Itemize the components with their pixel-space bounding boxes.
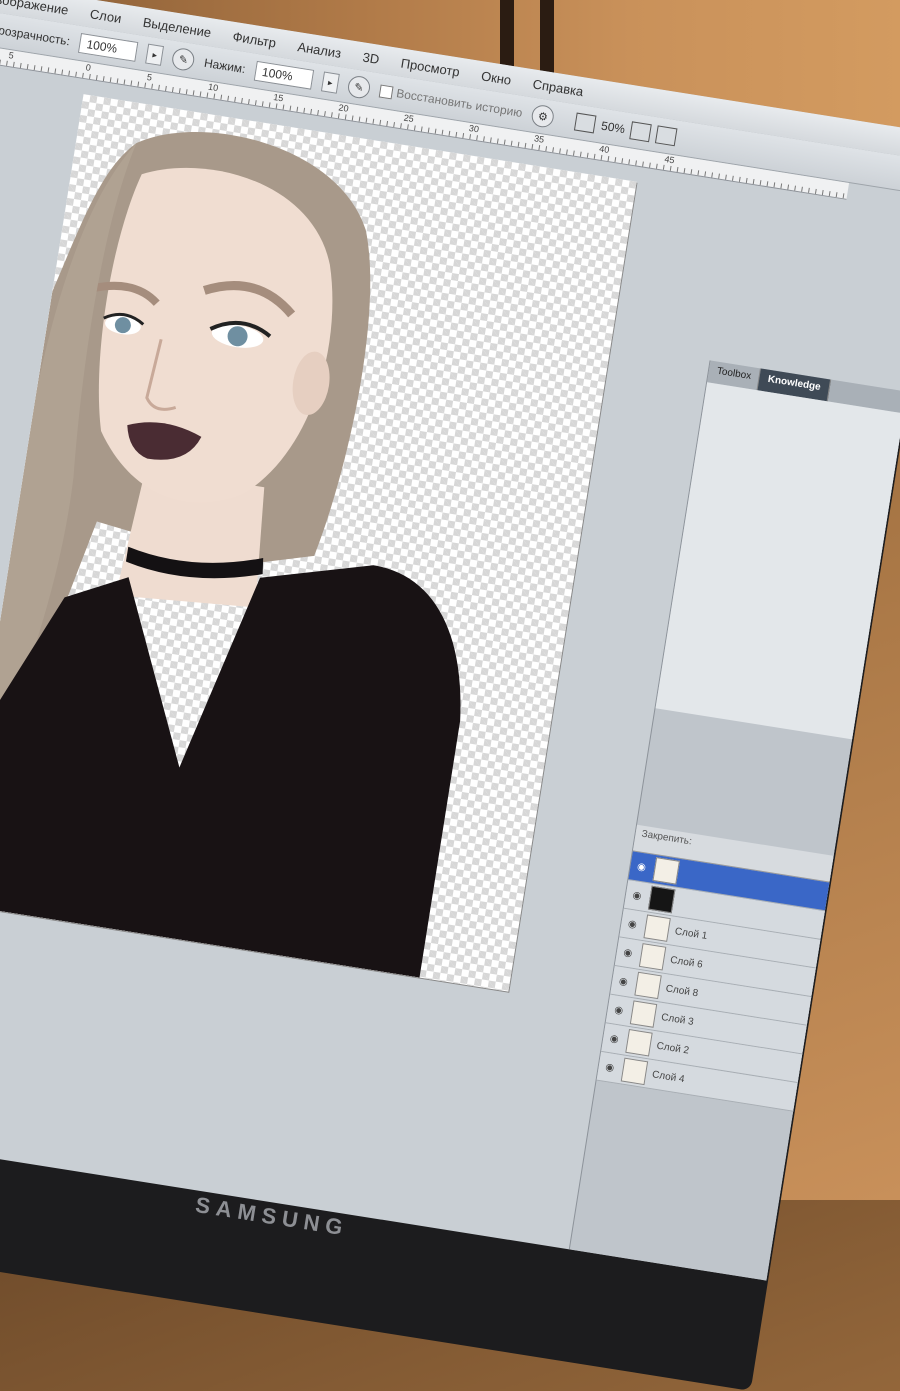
layer-name: Слой 8 [664, 982, 699, 999]
zoom-level[interactable]: 50% [600, 119, 626, 137]
ruler-tick-label: 10 [207, 81, 219, 94]
ruler-tick-label: 15 [272, 91, 285, 104]
menu-filter[interactable]: Фильтр [232, 28, 277, 50]
menu-window[interactable]: Окно [480, 68, 512, 88]
tablet-pressure-icon[interactable]: ✎ [346, 74, 372, 100]
brush-settings-icon[interactable]: ⚙ [530, 103, 556, 129]
layer-thumbnail [647, 885, 676, 914]
history-checkbox[interactable] [378, 84, 394, 99]
eye-icon[interactable]: ◉ [625, 918, 640, 931]
photoshop-window: Изображение Слои Выделение Фильтр Анализ… [0, 0, 900, 1281]
panel-body [655, 382, 900, 740]
menu-help[interactable]: Справка [532, 76, 585, 99]
menu-select[interactable]: Выделение [142, 14, 212, 40]
layer-thumbnail [643, 914, 671, 942]
eye-icon[interactable]: ◉ [602, 1061, 617, 1074]
layer-thumbnail [652, 857, 680, 885]
menu-analysis[interactable]: Анализ [297, 39, 343, 61]
right-panel: Toolbox Knowledge Закрепить: ◉ ◉ ◉ Слой … [568, 360, 900, 1281]
eye-icon[interactable]: ◉ [607, 1033, 622, 1045]
eye-icon[interactable]: ◉ [611, 1004, 626, 1017]
menu-layers[interactable]: Слои [89, 6, 123, 26]
ruler-tick-label: 25 [403, 112, 415, 125]
layer-thumbnail [625, 1029, 653, 1057]
layer-thumbnail [629, 1000, 658, 1028]
airbrush-icon[interactable]: ✎ [170, 46, 197, 72]
flow-dropdown-arrow[interactable]: ▸ [320, 71, 340, 94]
opacity-dropdown-arrow[interactable]: ▸ [145, 43, 165, 66]
layer-name: Слой 3 [660, 1011, 695, 1028]
screen-mode-icon[interactable] [574, 112, 597, 134]
ruler-tick-label: 30 [468, 122, 480, 135]
flow-input[interactable]: 100% [253, 60, 315, 90]
opacity-label: Непрозрачность: [0, 19, 72, 49]
layer-thumbnail [620, 1057, 649, 1086]
layer-thumbnail [634, 971, 662, 1000]
ruler-tick-label: 45 [663, 153, 676, 166]
opacity-input[interactable]: 100% [78, 33, 139, 62]
layer-name: Слой 6 [669, 954, 704, 971]
eye-icon[interactable]: ◉ [634, 861, 649, 873]
layers-panel: Закрепить: ◉ ◉ ◉ Слой 1 ◉ Слой 6 ◉ Слой … [596, 824, 835, 1112]
layer-thumbnail [638, 943, 667, 971]
menu-view[interactable]: Просмотр [400, 55, 461, 79]
ruler-tick-label: 35 [533, 133, 545, 145]
ruler-tick-label: 20 [337, 102, 350, 114]
layer-name: Слой 1 [674, 925, 709, 942]
arrange-documents-icon[interactable] [629, 121, 653, 143]
portrait-illustration [0, 132, 461, 978]
layer-name: Слой 4 [651, 1068, 686, 1085]
menu-3d[interactable]: 3D [362, 49, 381, 66]
eye-icon[interactable]: ◉ [616, 976, 631, 988]
screen-mode-toggle-icon[interactable] [655, 125, 678, 147]
eye-icon[interactable]: ◉ [620, 947, 635, 959]
ruler-tick-label: 40 [598, 143, 611, 156]
document-canvas[interactable] [0, 94, 637, 992]
layer-name: Слой 2 [655, 1040, 690, 1057]
eye-icon[interactable]: ◉ [629, 890, 644, 902]
flow-label: Нажим: [203, 55, 247, 77]
